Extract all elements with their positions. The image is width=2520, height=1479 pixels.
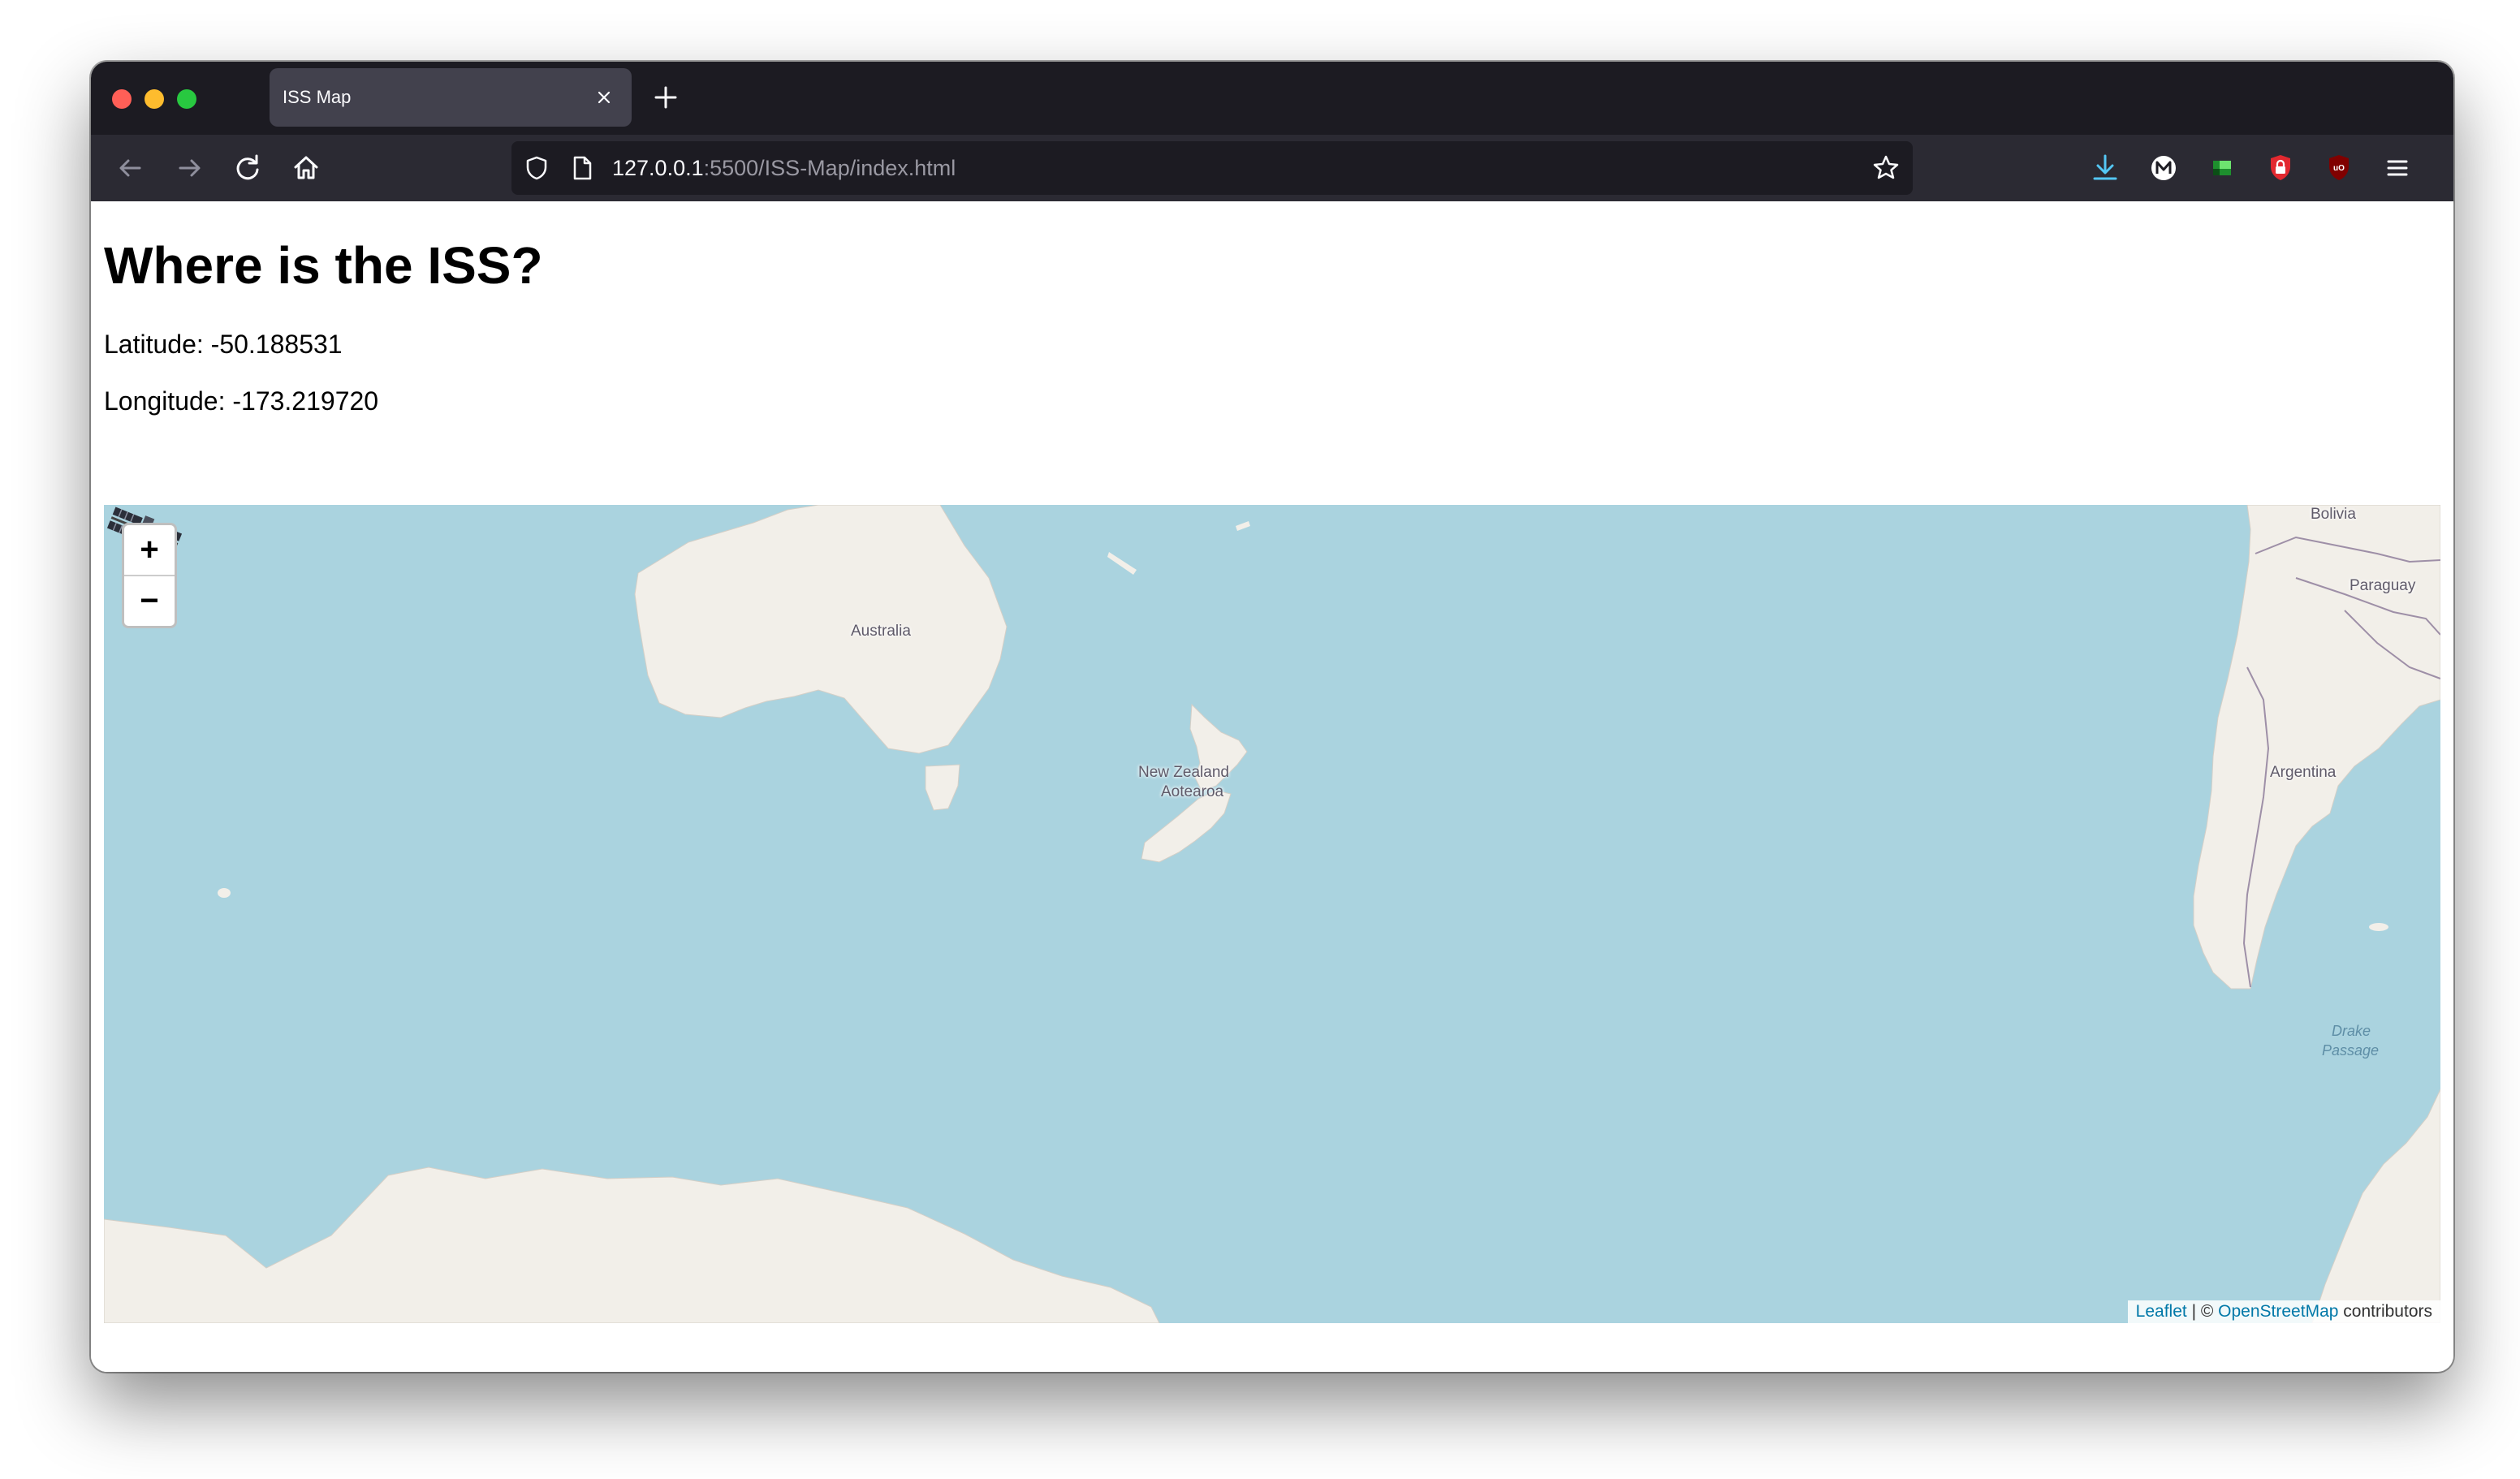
page-title: Where is the ISS? — [104, 236, 543, 295]
svg-text:uO: uO — [2333, 164, 2345, 173]
tab-strip: ISS Map — [91, 62, 2453, 135]
window-close-button[interactable] — [112, 89, 132, 109]
map-tiles — [104, 505, 2440, 1323]
label-argentina: Argentina — [2270, 764, 2337, 781]
back-icon[interactable] — [112, 149, 149, 187]
window-maximize-button[interactable] — [177, 89, 196, 109]
label-new-zealand: New Zealand — [1138, 764, 1229, 781]
attribution-suffix: contributors — [2338, 1302, 2432, 1321]
label-paraguay: Paraguay — [2350, 577, 2416, 594]
navigation-toolbar: 127.0.0.1:5500/ISS-Map/index.html uO — [91, 135, 2453, 201]
longitude-text: Longitude: -173.219720 — [104, 386, 379, 416]
island — [2369, 923, 2388, 931]
browser-window: ISS Map 127.0.0.1:5500/ISS-Map/index.htm… — [91, 62, 2453, 1372]
attribution-separator: | © — [2186, 1302, 2219, 1321]
tab-iss-map[interactable]: ISS Map — [270, 68, 632, 127]
label-bolivia: Bolivia — [2311, 506, 2356, 523]
zoom-out-button[interactable]: − — [124, 576, 175, 626]
star-icon[interactable] — [1871, 153, 1901, 183]
home-icon[interactable] — [287, 149, 325, 187]
island — [218, 888, 231, 898]
window-minimize-button[interactable] — [145, 89, 164, 109]
page-icon — [573, 156, 592, 180]
menu-icon[interactable] — [2380, 151, 2414, 185]
ublock-icon[interactable]: uO — [2322, 151, 2356, 185]
reload-icon[interactable] — [229, 149, 266, 187]
url-text[interactable]: 127.0.0.1:5500/ISS-Map/index.html — [612, 141, 956, 195]
new-tab-plus-icon[interactable] — [648, 80, 684, 115]
close-icon[interactable] — [593, 86, 615, 109]
leaflet-link[interactable]: Leaflet — [2136, 1302, 2187, 1321]
label-passage: Passage — [2322, 1042, 2380, 1059]
zoom-in-button[interactable]: + — [124, 525, 175, 576]
forward-icon[interactable] — [170, 149, 208, 187]
tab-title: ISS Map — [283, 87, 352, 107]
openstreetmap-link[interactable]: OpenStreetMap — [2218, 1302, 2338, 1321]
latitude-text: Latitude: -50.188531 — [104, 330, 343, 359]
lock-extension-icon[interactable] — [2263, 151, 2298, 185]
label-australia: Australia — [851, 623, 911, 640]
label-aotearoa: Aotearoa — [1161, 783, 1224, 800]
url-host: 127.0.0.1 — [612, 156, 704, 180]
label-drake: Drake — [2332, 1023, 2371, 1039]
page-content: Where is the ISS? Latitude: -50.188531 L… — [91, 201, 2453, 1372]
zoom-control: + − — [122, 523, 177, 628]
map-attribution: Leaflet | © OpenStreetMap contributors — [2127, 1300, 2440, 1323]
url-bar[interactable]: 127.0.0.1:5500/ISS-Map/index.html — [511, 141, 1913, 195]
map-container[interactable]: Australia New Zealand Aotearoa Bolivia P… — [104, 505, 2440, 1323]
url-path: :5500/ISS-Map/index.html — [703, 156, 956, 180]
shield-icon[interactable] — [523, 154, 550, 182]
m-extension-icon[interactable] — [2147, 151, 2181, 185]
download-icon[interactable] — [2088, 151, 2122, 185]
green-extension-icon[interactable] — [2205, 151, 2239, 185]
